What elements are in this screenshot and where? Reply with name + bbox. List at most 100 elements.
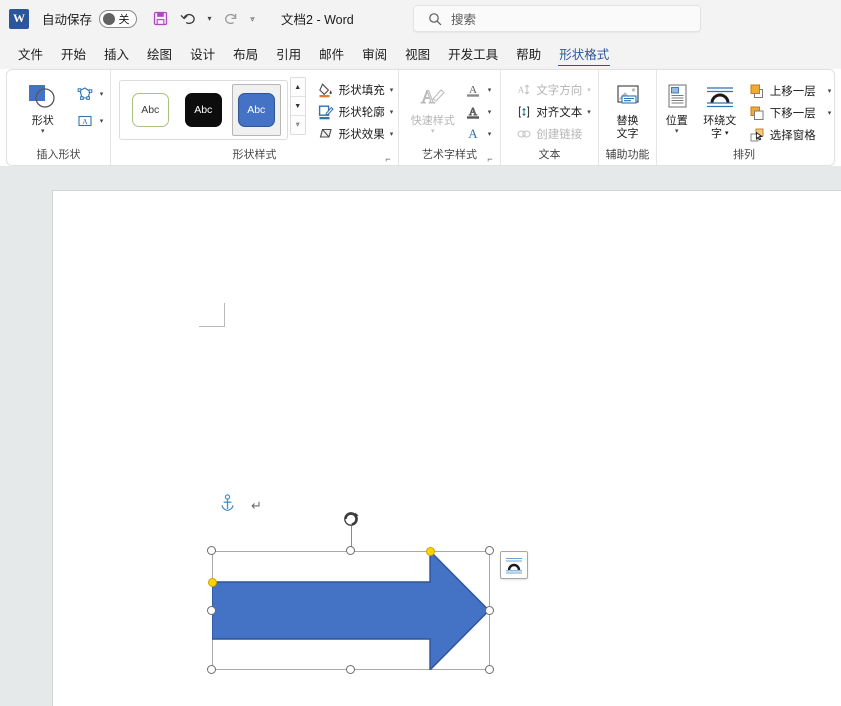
text-effects-caret[interactable]: ▾ <box>488 130 492 138</box>
text-effects-button[interactable]: A ▾ <box>461 123 495 145</box>
shape-style-thumb-1[interactable]: Abc <box>126 84 175 136</box>
search-box[interactable]: 搜索 <box>413 5 701 32</box>
tab-mailings[interactable]: 邮件 <box>310 42 353 69</box>
handle-top-center[interactable] <box>346 546 355 555</box>
gallery-more-icon[interactable]: ⩔ <box>290 115 305 134</box>
handle-middle-right[interactable] <box>485 606 494 615</box>
wordart-quick-styles-button[interactable]: A 快速样式 ▾ <box>409 77 457 136</box>
autosave-state-label: 关 <box>118 13 130 26</box>
svg-text:A: A <box>469 126 479 141</box>
align-text-label: 对齐文本 <box>536 107 583 119</box>
shapes-button[interactable]: 形状 ▾ <box>17 77 69 136</box>
tab-layout[interactable]: 布局 <box>224 42 267 69</box>
tab-insert[interactable]: 插入 <box>95 42 138 69</box>
shape-outline-label: 形状轮廓 <box>338 107 385 119</box>
shape-effects-caret[interactable]: ▾ <box>390 130 394 138</box>
adjust-handle-arrow-shaft-thickness[interactable] <box>208 578 217 587</box>
document-page[interactable]: ↵ <box>52 190 841 706</box>
handle-top-left[interactable] <box>207 546 216 555</box>
tab-home[interactable]: 开始 <box>52 42 95 69</box>
bring-forward-button[interactable]: 上移一层 ▾ <box>745 80 835 102</box>
customize-quick-access-toolbar-icon[interactable]: ⩔ <box>246 6 259 32</box>
ribbon-group-shape-styles: Abc Abc Abc ▲ ▼ ⩔ 形状填充 ▾ 形状轮廓 ▾ 形状效果 ▾ 形… <box>110 70 398 165</box>
alt-text-icon <box>611 80 645 114</box>
alt-text-button[interactable]: 替换 文字 <box>602 77 654 140</box>
tab-draw[interactable]: 绘图 <box>138 42 181 69</box>
wordart-dialog-launcher[interactable]: ⌐ <box>485 154 495 164</box>
align-text-caret[interactable]: ▾ <box>587 108 591 116</box>
draw-text-box-button[interactable]: A ▾ <box>73 110 107 132</box>
draw-text-box-caret[interactable]: ▾ <box>100 117 104 125</box>
create-link-icon <box>514 126 533 142</box>
shape-style-thumb-2[interactable]: Abc <box>179 84 228 136</box>
tab-developer[interactable]: 开发工具 <box>439 42 507 69</box>
autosave-label: 自动保存 <box>42 13 93 27</box>
tab-file[interactable]: 文件 <box>9 42 52 69</box>
tab-view[interactable]: 视图 <box>396 42 439 69</box>
selection-pane-icon <box>748 127 767 143</box>
shape-styles-gallery[interactable]: Abc Abc Abc <box>118 80 288 140</box>
shapes-dropdown-caret[interactable]: ▾ <box>41 128 45 136</box>
text-outline-caret[interactable]: ▾ <box>488 108 492 116</box>
group-label-shape-styles-text: 形状样式 <box>232 149 277 161</box>
group-label-wordart-styles-text: 艺术字样式 <box>422 149 477 161</box>
wordart-quick-styles-caret[interactable]: ▾ <box>431 128 435 136</box>
shape-fill-caret[interactable]: ▾ <box>390 86 394 94</box>
handle-bottom-right[interactable] <box>485 665 494 674</box>
svg-text:A: A <box>517 85 524 95</box>
handle-bottom-left[interactable] <box>207 665 216 674</box>
shape-fill-button[interactable]: 形状填充 ▾ <box>314 79 397 101</box>
bring-forward-icon <box>748 83 767 99</box>
handle-middle-left[interactable] <box>207 606 216 615</box>
edit-shape-button[interactable]: ▾ <box>73 83 107 105</box>
position-button[interactable]: 位置 ▾ <box>656 77 698 136</box>
handle-top-right[interactable] <box>485 546 494 555</box>
align-text-button[interactable]: 对齐文本 ▾ <box>511 101 594 123</box>
shape-outline-button[interactable]: 形状轮廓 ▾ <box>314 101 397 123</box>
tab-help[interactable]: 帮助 <box>507 42 550 69</box>
handle-bottom-center[interactable] <box>346 665 355 674</box>
autosave-toggle[interactable]: 关 <box>99 9 138 28</box>
scroll-down-icon[interactable]: ▼ <box>290 96 305 115</box>
tab-review[interactable]: 审阅 <box>353 42 396 69</box>
wrap-text-button[interactable]: 环绕文 字 ▾ <box>698 77 742 140</box>
scroll-up-icon[interactable]: ▲ <box>290 78 305 96</box>
bring-forward-caret[interactable]: ▾ <box>828 87 832 95</box>
shape-outline-caret[interactable]: ▾ <box>390 108 394 116</box>
wrap-text-dropdown-caret[interactable]: ▾ <box>725 128 729 140</box>
create-link-button[interactable]: 创建链接 <box>511 123 594 145</box>
text-fill-caret[interactable]: ▾ <box>488 86 492 94</box>
tab-shape-format[interactable]: 形状格式 <box>550 42 618 69</box>
search-input[interactable]: 搜索 <box>451 9 476 28</box>
send-backward-button[interactable]: 下移一层 ▾ <box>745 102 835 124</box>
text-direction-caret[interactable]: ▾ <box>587 86 591 94</box>
send-backward-caret[interactable]: ▾ <box>828 109 832 117</box>
undo-button[interactable] <box>175 6 201 32</box>
tab-references[interactable]: 引用 <box>267 42 310 69</box>
position-dropdown-caret[interactable]: ▾ <box>675 128 679 136</box>
edit-shape-caret[interactable]: ▾ <box>100 90 104 98</box>
shape-style-thumb-3[interactable]: Abc <box>231 84 281 136</box>
save-button[interactable] <box>147 6 173 32</box>
tab-design[interactable]: 设计 <box>181 42 224 69</box>
text-fill-button[interactable]: A ▾ <box>461 79 495 101</box>
wrap-text-label-line2: 字 <box>710 128 722 140</box>
rotate-handle-icon[interactable] <box>342 510 360 533</box>
shape-effects-button[interactable]: 形状效果 ▾ <box>314 123 397 145</box>
selected-shape[interactable] <box>207 512 494 674</box>
adjust-handle-arrow-head-width[interactable] <box>426 547 435 556</box>
shape-fill-label: 形状填充 <box>338 85 385 97</box>
text-outline-button[interactable]: A ▾ <box>461 101 495 123</box>
selection-pane-button[interactable]: 选择窗格 <box>745 124 835 146</box>
layout-options-icon <box>506 557 522 574</box>
shape-effects-label: 形状效果 <box>338 129 385 141</box>
redo-button[interactable] <box>218 6 244 32</box>
shape-styles-dialog-launcher[interactable]: ⌐ <box>383 154 393 164</box>
text-effects-icon: A <box>464 126 483 142</box>
undo-dropdown-caret[interactable]: ▾ <box>203 6 216 32</box>
text-direction-button[interactable]: A 文字方向 ▾ <box>511 79 594 101</box>
ribbon-group-arrange: 位置 ▾ 环绕文 字 ▾ 上移一层 ▾ 下移一层 ▾ 选择窗格 排列 <box>656 70 831 165</box>
right-arrow-shape[interactable] <box>212 551 490 670</box>
layout-options-button[interactable] <box>500 551 528 579</box>
text-direction-icon: A <box>514 82 533 98</box>
